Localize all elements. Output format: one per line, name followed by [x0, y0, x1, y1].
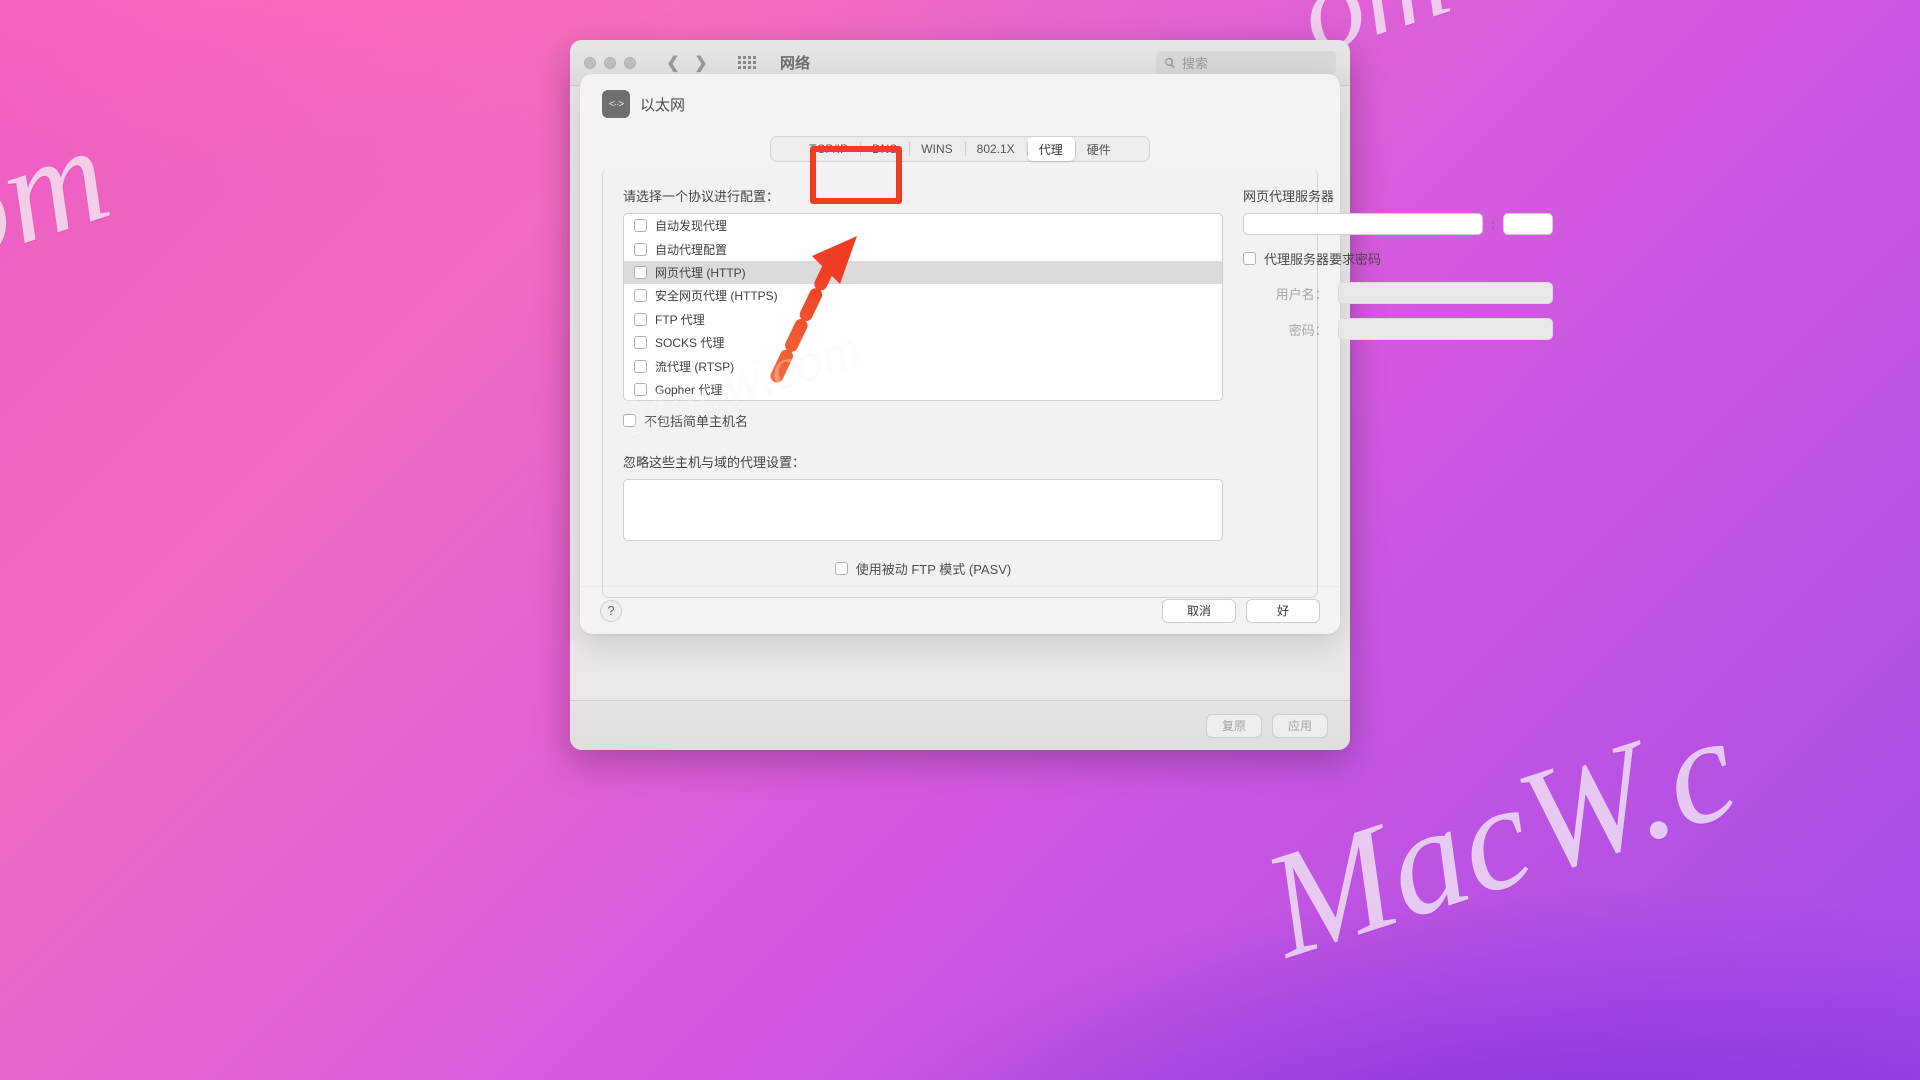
require-password-label: 代理服务器要求密码 — [1264, 249, 1381, 268]
tab-wins[interactable]: WINS — [909, 137, 964, 161]
protocol-item-auto-discovery[interactable]: 自动发现代理 — [624, 214, 1222, 237]
protocol-item-label: Gopher 代理 — [655, 381, 722, 398]
nav-buttons: ❮ ❯ — [660, 52, 714, 74]
server-row: : — [1243, 213, 1553, 235]
sheet-actions: 取消 好 — [1162, 599, 1320, 623]
checkbox[interactable] — [634, 313, 647, 326]
pasv-label: 使用被动 FTP 模式 (PASV) — [856, 559, 1012, 578]
search-icon — [1164, 57, 1176, 69]
window-title: 网络 — [780, 52, 810, 73]
tab-dns[interactable]: DNS — [860, 137, 909, 161]
checkbox[interactable] — [634, 266, 647, 279]
checkbox[interactable] — [1243, 252, 1256, 265]
server-label: 网页代理服务器 — [1243, 186, 1553, 205]
tab-tcpip[interactable]: TCP/IP — [797, 137, 860, 161]
exclude-simple-row[interactable]: 不包括简单主机名 — [623, 411, 1223, 430]
tab-proxy[interactable]: 代理 — [1027, 137, 1075, 161]
sheet-footer: ? 取消 好 — [580, 586, 1340, 634]
password-label: 密码： — [1268, 320, 1328, 339]
protocol-item-socks[interactable]: SOCKS 代理 — [624, 331, 1222, 354]
protocol-column: 请选择一个协议进行配置： 自动发现代理 自动代理配置 网页代理 (HTTP) 安… — [623, 186, 1223, 581]
exclude-simple-label: 不包括简单主机名 — [644, 411, 748, 430]
checkbox[interactable] — [634, 383, 647, 396]
checkbox[interactable] — [634, 289, 647, 302]
ethernet-icon: <··> — [602, 90, 630, 118]
protocol-item-gopher[interactable]: Gopher 代理 — [624, 378, 1222, 401]
username-label: 用户名： — [1268, 284, 1328, 303]
username-input[interactable] — [1338, 282, 1553, 304]
server-colon: : — [1489, 217, 1497, 232]
checkbox[interactable] — [623, 414, 636, 427]
search-placeholder: 搜索 — [1182, 53, 1208, 72]
protocol-label: 请选择一个协议进行配置： — [623, 186, 1223, 205]
apply-button[interactable]: 应用 — [1272, 714, 1328, 738]
minimize-icon[interactable] — [604, 57, 616, 69]
protocol-item-ftp[interactable]: FTP 代理 — [624, 308, 1222, 331]
protocol-item-http[interactable]: 网页代理 (HTTP) — [624, 261, 1222, 284]
checkbox[interactable] — [634, 219, 647, 232]
cancel-button[interactable]: 取消 — [1162, 599, 1236, 623]
protocol-item-label: 自动代理配置 — [655, 241, 727, 258]
protocol-item-auto-config[interactable]: 自动代理配置 — [624, 237, 1222, 260]
checkbox[interactable] — [634, 336, 647, 349]
protocol-item-label: SOCKS 代理 — [655, 334, 724, 351]
restore-button[interactable]: 复原 — [1206, 714, 1262, 738]
search-input[interactable]: 搜索 — [1156, 51, 1336, 75]
tab-hardware[interactable]: 硬件 — [1075, 137, 1123, 161]
tab-8021x[interactable]: 802.1X — [965, 137, 1027, 161]
background-footer: 复原 应用 — [570, 700, 1350, 750]
tab-bar: TCP/IP DNS WINS 802.1X 代理 硬件 — [770, 136, 1150, 162]
zoom-icon[interactable] — [624, 57, 636, 69]
pasv-row[interactable]: 使用被动 FTP 模式 (PASV) — [623, 559, 1223, 578]
forward-button[interactable]: ❯ — [688, 52, 714, 74]
server-port-input[interactable] — [1503, 213, 1553, 235]
help-button[interactable]: ? — [600, 600, 622, 622]
protocol-list[interactable]: 自动发现代理 自动代理配置 网页代理 (HTTP) 安全网页代理 (HTTPS)… — [623, 213, 1223, 401]
require-password-row[interactable]: 代理服务器要求密码 — [1243, 249, 1553, 268]
server-column: 网页代理服务器 : 代理服务器要求密码 用户名： 密码： — [1243, 186, 1553, 581]
interface-name: 以太网 — [640, 94, 685, 115]
advanced-sheet: <··> 以太网 TCP/IP DNS WINS 802.1X 代理 硬件 请选… — [580, 74, 1340, 634]
protocol-item-label: 流代理 (RTSP) — [655, 358, 734, 375]
protocol-item-label: 安全网页代理 (HTTPS) — [655, 287, 778, 304]
sheet-header: <··> 以太网 — [602, 90, 1318, 118]
watermark-text: .com — [0, 92, 127, 328]
protocol-item-https[interactable]: 安全网页代理 (HTTPS) — [624, 284, 1222, 307]
close-icon[interactable] — [584, 57, 596, 69]
username-row: 用户名： — [1243, 282, 1553, 304]
protocol-item-label: 自动发现代理 — [655, 217, 727, 234]
window-controls — [584, 57, 636, 69]
sheet-content: 请选择一个协议进行配置： 自动发现代理 自动代理配置 网页代理 (HTTP) 安… — [602, 168, 1318, 598]
back-button[interactable]: ❮ — [660, 52, 686, 74]
show-all-icon[interactable] — [736, 52, 758, 74]
bypass-textarea[interactable] — [623, 479, 1223, 541]
ok-button[interactable]: 好 — [1246, 599, 1320, 623]
protocol-item-label: FTP 代理 — [655, 311, 705, 328]
checkbox[interactable] — [835, 562, 848, 575]
server-host-input[interactable] — [1243, 213, 1483, 235]
protocol-item-label: 网页代理 (HTTP) — [655, 264, 746, 281]
protocol-item-rtsp[interactable]: 流代理 (RTSP) — [624, 354, 1222, 377]
checkbox[interactable] — [634, 243, 647, 256]
checkbox[interactable] — [634, 360, 647, 373]
bypass-label: 忽略这些主机与域的代理设置： — [623, 452, 1223, 471]
password-input[interactable] — [1338, 318, 1553, 340]
password-row: 密码： — [1243, 318, 1553, 340]
